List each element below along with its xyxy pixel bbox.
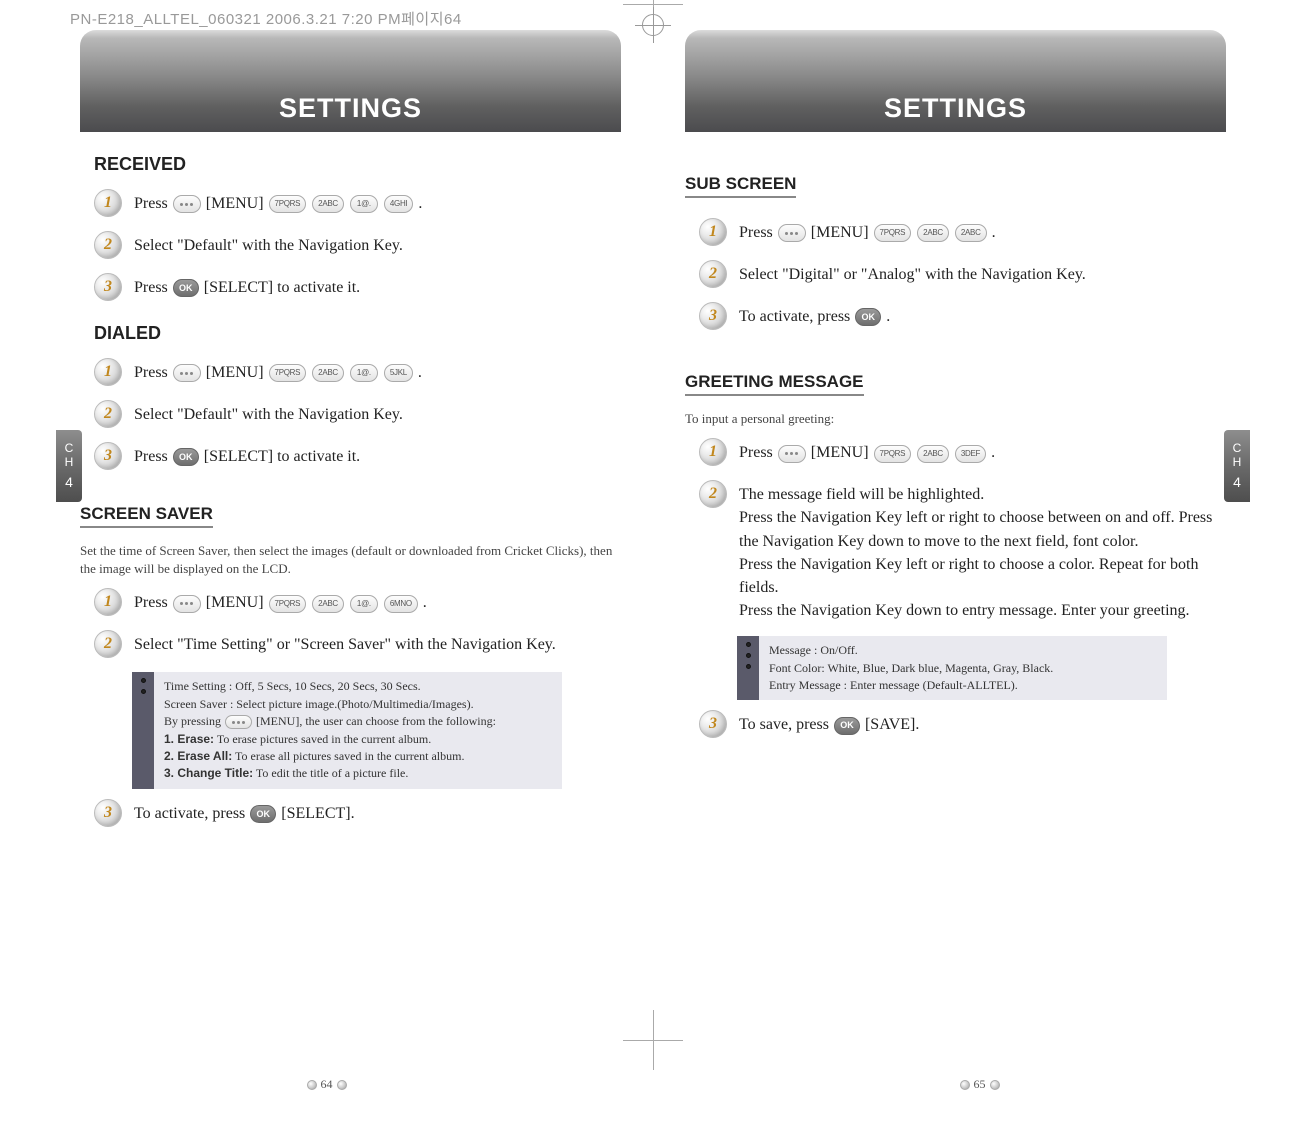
received-step-1: 1 Press [MENU] 7PQRS 2ABC 1@. 4GHI .: [94, 189, 621, 217]
section-dialed-title: DIALED: [94, 323, 621, 344]
received-step-2: 2 Select "Default" with the Navigation K…: [94, 231, 621, 259]
step-number-icon: 3: [94, 273, 122, 301]
page-header-right: SETTINGS: [685, 30, 1226, 132]
bullet-icon: [746, 653, 751, 658]
menu-soft-key-icon: [173, 364, 201, 382]
section-sub-screen-title: SUB SCREEN: [685, 174, 796, 198]
screen-saver-step-3: 3 To activate, press OK [SELECT].: [94, 799, 621, 827]
bullet-icon: [746, 664, 751, 669]
keypad-6-icon: 6MNO: [384, 595, 418, 613]
ok-key-icon: OK: [173, 448, 199, 466]
keypad-2-icon: 2ABC: [312, 364, 344, 382]
step-number-icon: 1: [699, 438, 727, 466]
info-line: 3. Change Title: To edit the title of a …: [164, 765, 552, 782]
info-line: Message : On/Off.: [769, 642, 1157, 659]
keypad-7-icon: 7PQRS: [874, 224, 912, 242]
dialed-step-2: 2 Select "Default" with the Navigation K…: [94, 400, 621, 428]
section-received-title: RECEIVED: [94, 154, 621, 175]
info-line: Font Color: White, Blue, Dark blue, Mage…: [769, 660, 1157, 677]
sub-screen-step-3: 3 To activate, press OK .: [699, 302, 1226, 330]
ok-key-icon: OK: [855, 308, 881, 326]
keypad-4-icon: 4GHI: [384, 195, 413, 213]
screen-saver-info-box: Time Setting : Off, 5 Secs, 10 Secs, 20 …: [132, 672, 562, 788]
info-line: Time Setting : Off, 5 Secs, 10 Secs, 20 …: [164, 678, 552, 695]
keypad-1-icon: 1@.: [350, 195, 378, 213]
step-number-icon: 1: [94, 189, 122, 217]
keypad-1-icon: 1@.: [350, 595, 378, 613]
step-number-icon: 2: [94, 231, 122, 259]
step-number-icon: 3: [699, 710, 727, 738]
step-number-icon: 2: [699, 260, 727, 288]
ok-key-icon: OK: [250, 805, 276, 823]
info-line: 1. Erase: To erase pictures saved in the…: [164, 731, 552, 748]
info-line: By pressing [MENU], the user can choose …: [164, 713, 552, 730]
page-right: SETTINGS SUB SCREEN 1 Press [MENU] 7PQRS…: [653, 20, 1306, 1070]
step-number-icon: 3: [94, 442, 122, 470]
ok-key-icon: OK: [173, 279, 199, 297]
dialed-step-1: 1 Press [MENU] 7PQRS 2ABC 1@. 5JKL .: [94, 358, 621, 386]
dialed-step-3: 3 Press OK [SELECT] to activate it.: [94, 442, 621, 470]
greeting-step-2: 2 The message field will be highlighted.…: [699, 480, 1226, 622]
keypad-1-icon: 1@.: [350, 364, 378, 382]
menu-soft-key-icon: [173, 595, 201, 613]
greeting-step-1: 1 Press [MENU] 7PQRS 2ABC 3DEF .: [699, 438, 1226, 466]
step-number-icon: 2: [699, 480, 727, 508]
keypad-3-icon: 3DEF: [955, 445, 986, 463]
keypad-5-icon: 5JKL: [384, 364, 413, 382]
info-line: Screen Saver : Select picture image.(Pho…: [164, 696, 552, 713]
page-title-left: SETTINGS: [279, 93, 422, 124]
info-bullet-column: [737, 636, 759, 700]
greeting-step-3: 3 To save, press OK [SAVE].: [699, 710, 1226, 738]
keypad-7-icon: 7PQRS: [269, 195, 307, 213]
step-number-icon: 1: [94, 588, 122, 616]
step-number-icon: 1: [94, 358, 122, 386]
sub-screen-step-2: 2 Select "Digital" or "Analog" with the …: [699, 260, 1226, 288]
bullet-icon: [746, 642, 751, 647]
keypad-2-icon: 2ABC: [312, 195, 344, 213]
keypad-2-icon: 2ABC: [917, 445, 949, 463]
info-line: Entry Message : Enter message (Default-A…: [769, 677, 1157, 694]
page-left: SETTINGS RECEIVED 1 Press [MENU] 7PQRS 2…: [0, 20, 653, 1070]
screen-saver-step-1: 1 Press [MENU] 7PQRS 2ABC 1@. 6MNO .: [94, 588, 621, 616]
section-screen-saver-title: SCREEN SAVER: [80, 504, 213, 528]
greeting-intro: To input a personal greeting:: [685, 410, 1226, 428]
page-title-right: SETTINGS: [884, 93, 1027, 124]
page-number-left: 64: [307, 1077, 347, 1092]
greeting-info-box: Message : On/Off. Font Color: White, Blu…: [737, 636, 1167, 700]
keypad-2-icon: 2ABC: [917, 224, 949, 242]
crop-mark-top: [623, 4, 683, 5]
page-header-left: SETTINGS: [80, 30, 621, 132]
crop-mark-bottom: [623, 1040, 683, 1041]
keypad-7-icon: 7PQRS: [269, 595, 307, 613]
menu-soft-key-icon: [778, 224, 806, 242]
menu-soft-key-icon: [225, 715, 252, 729]
info-bullet-column: [132, 672, 154, 788]
ok-key-icon: OK: [834, 717, 860, 735]
keypad-7-icon: 7PQRS: [269, 364, 307, 382]
screen-saver-step-2: 2 Select "Time Setting" or "Screen Saver…: [94, 630, 621, 658]
menu-soft-key-icon: [778, 445, 806, 463]
keypad-2-icon: 2ABC: [955, 224, 987, 242]
menu-soft-key-icon: [173, 195, 201, 213]
screen-saver-intro: Set the time of Screen Saver, then selec…: [80, 542, 621, 578]
step-number-icon: 3: [94, 799, 122, 827]
step-number-icon: 3: [699, 302, 727, 330]
step-number-icon: 2: [94, 630, 122, 658]
keypad-2-icon: 2ABC: [312, 595, 344, 613]
keypad-7-icon: 7PQRS: [874, 445, 912, 463]
info-line: 2. Erase All: To erase all pictures save…: [164, 748, 552, 765]
section-greeting-title: GREETING MESSAGE: [685, 372, 864, 396]
received-step-3: 3 Press OK [SELECT] to activate it.: [94, 273, 621, 301]
page-spread: SETTINGS RECEIVED 1 Press [MENU] 7PQRS 2…: [0, 20, 1306, 1070]
page-number-right: 65: [960, 1077, 1000, 1092]
bullet-icon: [141, 678, 146, 683]
sub-screen-step-1: 1 Press [MENU] 7PQRS 2ABC 2ABC .: [699, 218, 1226, 246]
step-number-icon: 2: [94, 400, 122, 428]
step-number-icon: 1: [699, 218, 727, 246]
bullet-icon: [141, 689, 146, 694]
